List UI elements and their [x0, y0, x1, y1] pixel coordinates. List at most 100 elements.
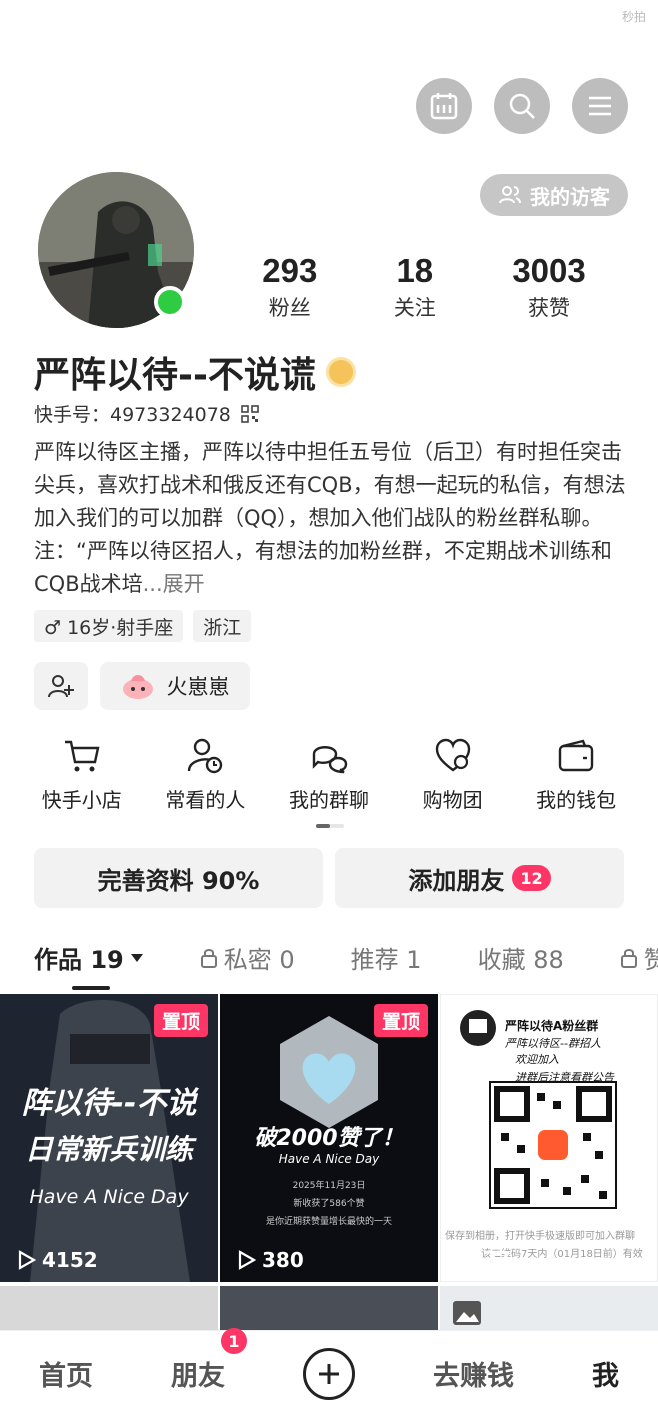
verified-badge-icon[interactable]	[325, 357, 356, 387]
quick-frequent[interactable]: 常看的人	[144, 738, 268, 813]
quick-label: 我的钱包	[536, 788, 617, 812]
nav-friends[interactable]: 朋友 1	[171, 1328, 247, 1393]
nav-home[interactable]: 首页	[39, 1354, 93, 1393]
create-button[interactable]	[303, 1347, 355, 1400]
visitors-button[interactable]: 我的访客	[480, 174, 628, 216]
status-corner-text: 秒拍	[621, 10, 646, 24]
profile-name-text: 严阵以待--不说谎	[34, 355, 316, 396]
add-friend-label: 添加朋友	[408, 866, 505, 895]
age-tag: ♂ 16岁·射手座	[34, 610, 184, 642]
stat-label: 获赞	[528, 296, 571, 320]
profile-bio[interactable]: 严阵以待区主播，严阵以待中担任五号位（后卫）有时担任突击尖兵，喜欢打战术和俄反还…	[34, 436, 628, 596]
wallet-icon	[558, 739, 594, 772]
profile-name: 严阵以待--不说谎	[34, 346, 356, 398]
complete-profile-label: 完善资料 90%	[97, 866, 260, 895]
active-tab-indicator	[72, 986, 110, 990]
lock-icon	[200, 948, 217, 968]
image-icon	[453, 1301, 481, 1325]
video-line: 2025年11月23日	[292, 1181, 366, 1191]
add-friend-icon-button[interactable]	[34, 662, 88, 710]
add-friend-button[interactable]: 添加朋友 12	[335, 848, 624, 908]
calendar-button[interactable]	[416, 78, 472, 134]
quick-wallet[interactable]: 我的钱包	[514, 738, 638, 813]
bottom-nav: 首页 朋友 1 去赚钱 我	[0, 1328, 658, 1416]
stat-value: 3003	[512, 252, 586, 289]
tab-liked[interactable]: 赞	[620, 940, 658, 975]
qr-line: 欢迎加入	[515, 1053, 559, 1066]
video-tagline: Have A Nice Day	[29, 1186, 189, 1208]
complete-profile-button[interactable]: 完善资料 90%	[34, 848, 323, 908]
tab-label: 赞	[643, 946, 658, 974]
nav-me[interactable]: 我	[592, 1354, 619, 1393]
add-person-icon	[48, 675, 74, 698]
nav-earn[interactable]: 去赚钱	[433, 1354, 514, 1393]
quick-actions: 快手小店 常看的人 我的群聊 购物团 我的钱包	[20, 738, 638, 813]
stat-value: 18	[396, 252, 434, 289]
visitors-label: 我的访客	[530, 184, 610, 209]
plus-icon	[319, 1363, 339, 1384]
video-subtitle: 日常新兵训练	[24, 1133, 193, 1166]
video-card[interactable]: 严阵以待A粉丝群 严阵以待区--群招人 欢迎加入 进群后注意看群公告 保存到相册…	[440, 994, 658, 1282]
stat-fans[interactable]: 293 粉丝	[262, 252, 317, 322]
add-friend-badge: 12	[512, 865, 551, 891]
user-id-row[interactable]: 快手号：4973324078	[34, 400, 259, 427]
quick-shop[interactable]: 快手小店	[20, 738, 144, 813]
video-tagline: Have A Nice Day	[278, 1152, 380, 1166]
play-count: 4152	[18, 1248, 98, 1272]
tab-favorites[interactable]: 收藏 88	[478, 940, 564, 975]
friend-tag-button[interactable]: 火崽崽	[100, 662, 250, 710]
profile-stats: 293 粉丝 18 关注 3003 获赞	[224, 252, 624, 322]
nav-friends-badge: 1	[221, 1328, 247, 1354]
tab-works[interactable]: 作品 19	[34, 940, 144, 975]
tab-private[interactable]: 私密 0	[200, 940, 295, 975]
search-button[interactable]	[494, 78, 550, 134]
stat-label: 粉丝	[268, 296, 311, 320]
video-line: 新收获了586个赞	[293, 1199, 365, 1209]
video-title: 破2000赞了！	[254, 1126, 404, 1151]
stat-likes[interactable]: 3003 获赞	[512, 252, 585, 322]
tab-recommend[interactable]: 推荐 1	[351, 940, 422, 975]
top-toolbar	[416, 78, 628, 134]
stat-following[interactable]: 18 关注	[394, 252, 436, 322]
qr-code-icon[interactable]	[241, 404, 259, 423]
lock-icon	[620, 948, 637, 968]
search-icon	[509, 93, 535, 119]
stat-value: 293	[262, 252, 318, 289]
quick-groups[interactable]: 我的群聊	[267, 738, 391, 813]
person-clock-icon	[188, 738, 223, 774]
content-tabs: 作品 19 私密 0 推荐 1 收藏 88 赞	[34, 940, 658, 975]
user-id-text: 快手号：4973324078	[34, 404, 231, 426]
quick-label: 我的群聊	[288, 788, 369, 812]
play-icon	[18, 1250, 36, 1270]
nav-friends-label: 朋友	[171, 1361, 225, 1392]
menu-button[interactable]	[572, 78, 628, 134]
online-status-dot	[154, 286, 186, 318]
qr-group-name: 严阵以待A粉丝群	[505, 1019, 599, 1033]
tab-label: 私密 0	[223, 946, 295, 974]
video-grid: 置顶 阵以待--不说 日常新兵训练 Have A Nice Day 4152 置…	[0, 994, 658, 1346]
profile-actions: 火崽崽	[34, 662, 250, 710]
fire-mascot-icon	[122, 675, 153, 699]
video-line: 是你近期获赞量增长最快的一天	[265, 1217, 392, 1227]
tab-label: 推荐 1	[350, 946, 422, 974]
video-card[interactable]: 置顶 破2000赞了！ Have A Nice Day 2025年11月23日 …	[220, 994, 438, 1282]
play-count-value: 380	[262, 1248, 304, 1272]
qr-line: 严阵以待区--群招人	[505, 1037, 601, 1050]
quick-actions-pager	[316, 824, 344, 828]
qr-code-image	[489, 1081, 617, 1209]
cart-icon	[64, 740, 100, 772]
play-icon	[238, 1250, 256, 1270]
group-avatar-icon	[460, 1010, 496, 1046]
play-count-value: 4152	[42, 1248, 98, 1272]
play-icon	[459, 1249, 477, 1269]
heart-icon	[435, 738, 470, 772]
bio-text: 严阵以待区主播，严阵以待中担任五号位（后卫）有时担任突击尖兵，喜欢打战术和俄反还…	[34, 440, 626, 596]
bio-expand-link[interactable]: ...展开	[143, 572, 205, 596]
menu-icon	[589, 96, 611, 116]
play-count: 380	[238, 1248, 304, 1272]
friend-tag-label: 火崽崽	[166, 675, 230, 699]
quick-group-buy[interactable]: 购物团	[391, 738, 515, 813]
group-chat-icon	[312, 746, 348, 774]
video-card[interactable]: 置顶 阵以待--不说 日常新兵训练 Have A Nice Day 4152	[0, 994, 218, 1282]
profile-buttons: 完善资料 90% 添加朋友 12	[34, 848, 624, 908]
